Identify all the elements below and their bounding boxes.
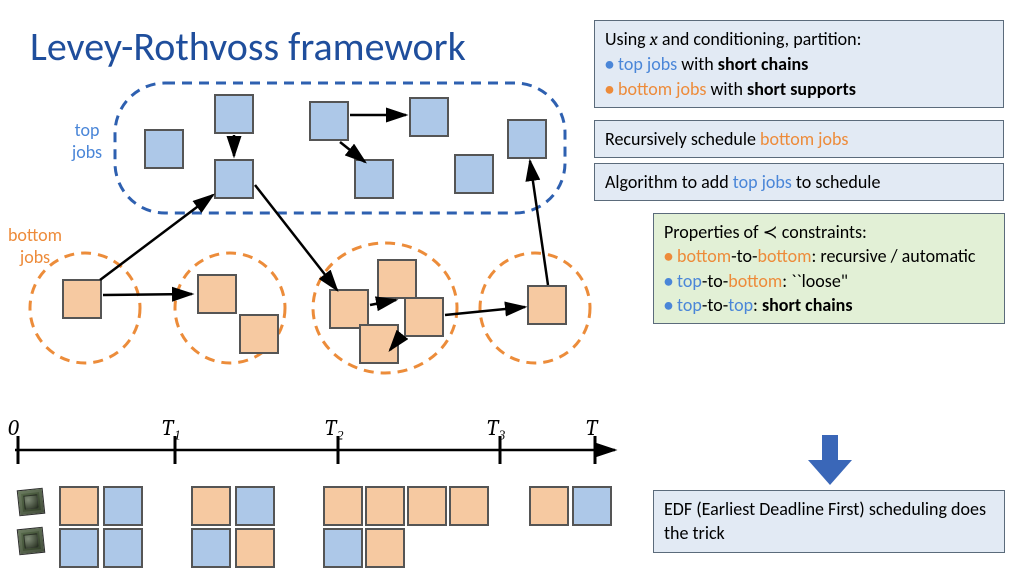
job-bottom [330, 290, 368, 328]
precedence-arrow [340, 142, 365, 162]
text: top jobs [618, 53, 677, 75]
label-top-jobs: top jobs [63, 120, 111, 163]
list-item: bottom-to-bottom: recursive / automatic [678, 244, 994, 268]
text: : recursive / automatic [812, 245, 976, 267]
precedence-arrow [445, 307, 525, 315]
job-top [355, 160, 393, 198]
precedence-arrow [100, 195, 213, 280]
schedule-cell [450, 487, 488, 525]
schedule-cell [366, 487, 404, 525]
list-item: bottom jobs with short supports [619, 77, 993, 101]
text: -to- [702, 270, 728, 292]
job-bottom [360, 325, 398, 363]
bottom-group [30, 253, 140, 363]
text: with [677, 53, 718, 75]
processor-icon [17, 527, 46, 556]
job-top [310, 102, 348, 140]
tick-label: T₃ [487, 415, 506, 441]
schedule-cell [324, 487, 362, 525]
list-item: top-to-top: short chains [678, 293, 994, 317]
text: -to- [731, 245, 757, 267]
text: to schedule [792, 171, 881, 193]
schedule-cell [324, 529, 362, 567]
job-bottom [405, 298, 443, 336]
job-top [145, 130, 183, 168]
schedule-cell [236, 529, 274, 567]
job-top [508, 120, 546, 158]
text: top [677, 294, 702, 316]
text: Recursively schedule [605, 128, 760, 150]
job-top [455, 155, 493, 193]
tick-label: 0 [8, 415, 19, 441]
text: short chains [718, 53, 809, 75]
list-item: top jobs with short chains [619, 52, 993, 76]
job-bottom [198, 275, 236, 313]
bottom-group [175, 253, 285, 363]
panel-recursive: Recursively schedule bottom jobs [594, 120, 1004, 158]
tick-label: T [586, 415, 597, 441]
text: : ``loose" [782, 270, 848, 292]
panel-properties: Properties of ≺ constraints: bottom-to-b… [653, 213, 1005, 324]
schedule-cell [366, 529, 404, 567]
text: top [677, 270, 702, 292]
job-top [410, 98, 448, 136]
job-bottom [240, 315, 278, 353]
text: bottom [677, 245, 731, 267]
precedence-arrow [255, 185, 337, 290]
text: bottom [757, 245, 811, 267]
job-bottom [378, 260, 416, 298]
job-bottom [528, 286, 566, 324]
text: Properties of ≺ constraints: [664, 220, 994, 244]
text: short chains [762, 294, 853, 316]
bottom-group [313, 243, 457, 373]
job-top [215, 160, 253, 198]
text: top jobs [733, 171, 792, 193]
schedule-cell [192, 529, 230, 567]
schedule-cell [104, 487, 142, 525]
precedence-arrow [103, 294, 192, 295]
list-item: top-to-bottom: ``loose" [678, 269, 994, 293]
text: and conditioning, partition: [658, 28, 862, 50]
text: bottom jobs [618, 78, 706, 100]
tick-label: T₁ [162, 415, 181, 441]
job-bottom [63, 280, 101, 318]
text: bottom [728, 270, 782, 292]
processor-icon [17, 488, 46, 517]
down-arrow-icon [808, 435, 852, 485]
text: -to- [702, 294, 728, 316]
top-jobs-group [115, 83, 565, 213]
text: with [706, 78, 747, 100]
var-x: x [650, 29, 658, 50]
schedule-cell [192, 487, 230, 525]
job-top [215, 95, 253, 133]
schedule-cell [530, 487, 568, 525]
schedule-cell [573, 487, 611, 525]
panel-algorithm: Algorithm to add top jobs to schedule [594, 163, 1004, 201]
schedule-cell [236, 487, 274, 525]
precedence-arrow [530, 161, 548, 285]
schedule-cell [60, 529, 98, 567]
precedence-arrow [370, 300, 396, 305]
schedule-cell [408, 487, 446, 525]
text: Using [605, 28, 650, 50]
label-bottom-jobs: bottom jobs [0, 225, 71, 268]
text: : [753, 294, 762, 316]
schedule-cell [104, 529, 142, 567]
text: short supports [747, 78, 856, 100]
bottom-group [480, 253, 590, 363]
text: bottom jobs [760, 128, 848, 150]
panel-partition: Using x and conditioning, partition: top… [594, 20, 1004, 108]
text: top [728, 294, 753, 316]
text: Algorithm to add [605, 171, 733, 193]
schedule-cell [60, 487, 98, 525]
page-title: Levey-Rothvoss framework [30, 22, 466, 71]
panel-edf: EDF (Earliest Deadline First) scheduling… [653, 490, 1005, 553]
precedence-arrow [390, 335, 402, 350]
tick-label: T₂ [325, 415, 344, 441]
